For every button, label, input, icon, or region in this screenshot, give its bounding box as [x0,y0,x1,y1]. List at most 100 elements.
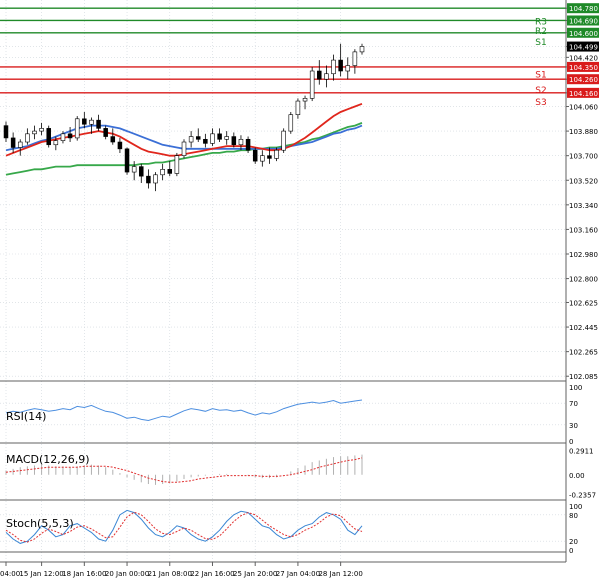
price-tick-label: 104.160 [569,90,598,98]
price-tick-label: 102.980 [569,251,598,259]
bear-candle [267,155,272,159]
bear-candle [110,136,116,143]
bull-candle [302,98,308,102]
price-tick-label: 102.265 [569,349,598,357]
bear-candle [117,141,123,150]
price-tick-label: 102.085 [569,373,598,381]
bull-candle [160,169,165,176]
bull-candle [153,174,158,184]
bull-candle [32,130,37,135]
bear-candle [139,166,144,177]
price-tick-label: 103.340 [569,202,598,210]
price-tick-label: 104.499 [569,44,598,52]
bear-candle [124,148,130,173]
bear-candle [245,138,251,151]
bull-candle [210,133,215,144]
x-tick-label: 04:00 [0,570,20,578]
bull-candle [39,128,44,132]
rsi-title: RSI(14) [6,410,46,423]
bear-candle [252,149,258,162]
bear-candle [96,119,101,129]
price-tick-label: 104.060 [569,104,598,112]
bull-candle [288,114,294,132]
stoch-title: Stoch(5,5,3) [6,517,74,530]
bull-candle [309,70,315,99]
bull-candle [274,149,279,159]
price-tick-label: 102.625 [569,299,598,307]
macd-tick-label: 0.00 [569,472,585,480]
price-tick-label: 103.880 [569,128,598,136]
x-tick-label: 27 Jan 04:00 [276,570,320,578]
stoch-tick-label: 100 [569,503,582,511]
bull-candle [181,141,187,156]
macd-title: MACD(12,26,9) [6,453,90,466]
bear-candle [195,136,201,140]
bull-candle [352,51,358,66]
x-tick-label: 28 Jan 12:00 [318,570,362,578]
bear-candle [146,175,151,184]
stoch-tick-label: 80 [569,512,578,520]
price-tick-label: 104.600 [569,30,598,38]
bear-candle [167,169,173,174]
bull-candle [131,166,137,173]
level-label: S3 [535,98,546,108]
bear-candle [103,128,108,137]
macd-tick-label: -0.2357 [569,492,596,500]
bull-candle [260,155,265,162]
bull-candle [295,100,301,116]
bull-candle [174,155,180,174]
price-tick-label: 104.420 [569,54,598,62]
forex-chart: R3R2S1S1S2S3 04:00 15 Jan 12:0018 Jan 16:… [0,0,600,583]
x-tick-label: 18 Jan 16:00 [62,570,106,578]
x-tick-label: 15 Jan 12:00 [19,570,63,578]
bull-candle [238,138,244,146]
rsi-tick-label: 70 [569,400,578,408]
x-tick-label: 22 Jan 16:00 [190,570,234,578]
level-label: R2 [535,27,547,37]
bear-candle [67,133,73,139]
bear-candle [203,138,208,144]
macd-tick-label: 0.2911 [569,447,594,455]
x-tick-label: 25 Jan 20:00 [233,570,277,578]
x-tick-label: 21 Jan 08:00 [148,570,192,578]
stoch-tick-label: 20 [569,538,578,546]
price-tick-label: 104.260 [569,76,598,84]
bull-candle [60,133,66,141]
level-label: S2 [535,86,546,96]
bull-candle [345,65,351,72]
price-tick-label: 102.800 [569,276,598,284]
rsi-tick-label: 100 [569,384,582,392]
bear-candle [317,70,322,80]
bull-candle [25,133,30,143]
price-tick-label: 104.350 [569,64,598,72]
level-label: S1 [535,38,546,48]
x-tick-label: 20 Jan 00:00 [105,570,149,578]
bear-candle [3,125,9,139]
price-tick-label: 103.700 [569,153,598,161]
price-tick-label: 102.445 [569,324,598,332]
bear-candle [217,133,222,140]
bear-candle [46,128,51,146]
stoch-tick-label: 0 [569,547,573,555]
bull-candle [89,119,94,125]
level-label: S1 [535,71,546,81]
price-tick-label: 104.780 [569,5,598,13]
bull-candle [53,140,59,146]
bear-candle [231,136,237,146]
price-tick-label: 103.520 [569,177,598,185]
bear-candle [338,59,343,72]
bear-candle [10,137,16,148]
bull-candle [281,130,286,151]
bear-candle [82,118,87,125]
price-tick-label: 103.160 [569,226,598,234]
bull-candle [224,136,229,140]
bull-candle [331,59,336,75]
rsi-tick-label: 30 [569,422,578,430]
bull-candle [324,73,329,80]
bull-candle [17,141,23,148]
price-tick-label: 104.690 [569,17,598,25]
bull-candle [188,136,194,143]
bull-candle [359,46,365,53]
bull-candle [74,118,80,139]
level-label: R3 [535,17,547,27]
